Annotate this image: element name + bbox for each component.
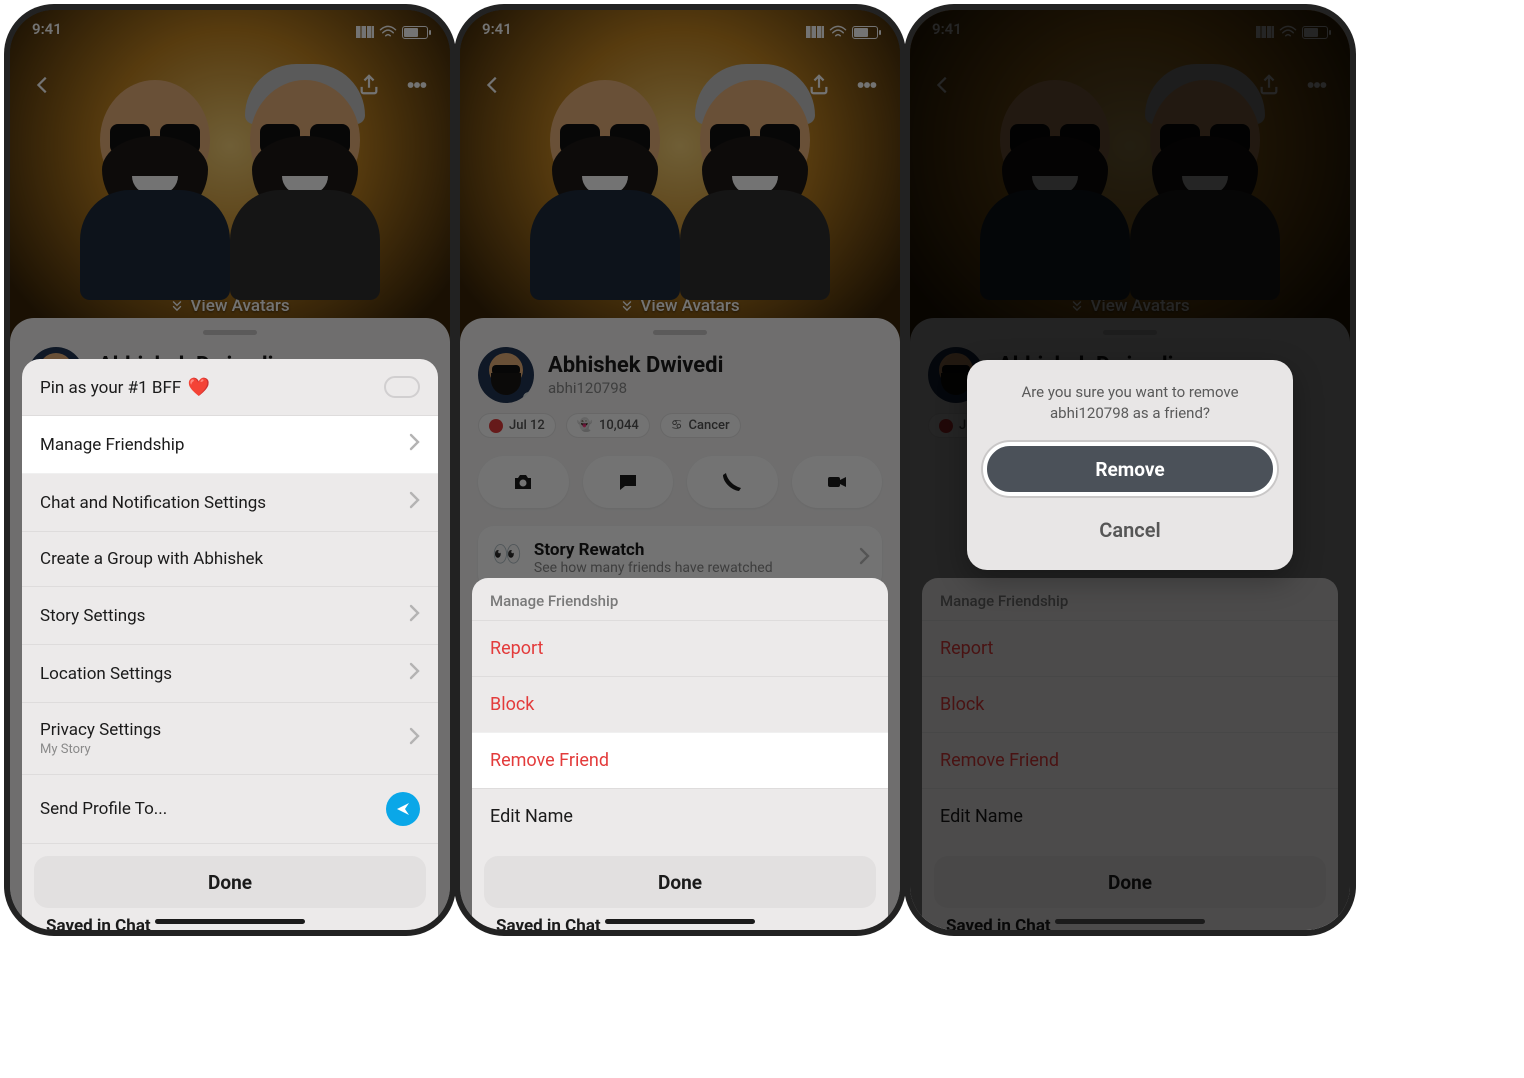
heart-icon: ❤️ — [188, 377, 210, 398]
create-group-row[interactable]: Create a Group with Abhishek — [22, 532, 438, 587]
send-profile-label: Send Profile To... — [40, 799, 167, 819]
manage-friendship-row[interactable]: Manage Friendship — [22, 416, 438, 474]
done-label: Done — [658, 871, 702, 894]
chevron-right-icon — [408, 604, 420, 627]
home-indicator — [155, 919, 305, 924]
chevron-right-icon — [408, 491, 420, 514]
manage-friendship-label: Manage Friendship — [40, 435, 184, 455]
remove-friend-alert: Are you sure you want to remove abhi1207… — [967, 360, 1293, 570]
alert-remove-label: Remove — [1095, 458, 1164, 481]
screenshot-1: View Avatars 9:41 — [10, 10, 450, 930]
privacy-settings-sublabel: My Story — [40, 742, 161, 757]
alert-remove-button[interactable]: Remove — [983, 442, 1277, 496]
report-row[interactable]: Report — [472, 620, 888, 676]
done-button[interactable]: Done — [34, 856, 426, 908]
report-label: Report — [490, 638, 543, 659]
chevron-right-icon — [408, 662, 420, 685]
manage-sheet-header: Manage Friendship — [472, 578, 888, 620]
manage-friendship-sheet: Manage Friendship Report Block Remove Fr… — [472, 578, 888, 930]
location-settings-row[interactable]: Location Settings — [22, 645, 438, 703]
alert-cancel-label: Cancel — [1099, 518, 1160, 542]
edit-name-row[interactable]: Edit Name — [472, 788, 888, 844]
screenshot-2: View Avatars 9:41 Abhishek Dwivedi abhi1… — [460, 10, 900, 930]
send-icon — [386, 792, 420, 826]
done-label: Done — [208, 871, 252, 894]
block-label: Block — [490, 694, 534, 715]
remove-friend-row[interactable]: Remove Friend — [472, 732, 888, 788]
story-settings-label: Story Settings — [40, 606, 145, 626]
pin-bff-label: Pin as your #1 BFF — [40, 378, 181, 398]
block-row[interactable]: Block — [472, 676, 888, 732]
home-indicator — [1055, 919, 1205, 924]
story-settings-row[interactable]: Story Settings — [22, 587, 438, 645]
chat-notification-label: Chat and Notification Settings — [40, 493, 266, 513]
chat-notification-settings-row[interactable]: Chat and Notification Settings — [22, 474, 438, 532]
alert-cancel-button[interactable]: Cancel — [983, 506, 1277, 554]
pin-bff-toggle[interactable] — [384, 376, 420, 398]
create-group-label: Create a Group with Abhishek — [40, 549, 263, 569]
home-indicator — [605, 919, 755, 924]
remove-friend-label: Remove Friend — [490, 750, 609, 771]
screenshot-3: View Avatars 9:41 Abhishek Dwivedi abhi1… — [910, 10, 1350, 930]
send-profile-row[interactable]: Send Profile To... — [22, 775, 438, 844]
friend-settings-sheet: Pin as your #1 BFF ❤️ Manage Friendship … — [22, 359, 438, 930]
alert-message: Are you sure you want to remove abhi1207… — [983, 382, 1277, 424]
chevron-right-icon — [408, 727, 420, 750]
chevron-right-icon — [408, 433, 420, 456]
edit-name-label: Edit Name — [490, 806, 573, 827]
done-button[interactable]: Done — [484, 856, 876, 908]
location-settings-label: Location Settings — [40, 664, 172, 684]
privacy-settings-label: Privacy Settings — [40, 720, 161, 740]
pin-bff-row[interactable]: Pin as your #1 BFF ❤️ — [22, 359, 438, 416]
privacy-settings-row[interactable]: Privacy Settings My Story — [22, 703, 438, 775]
